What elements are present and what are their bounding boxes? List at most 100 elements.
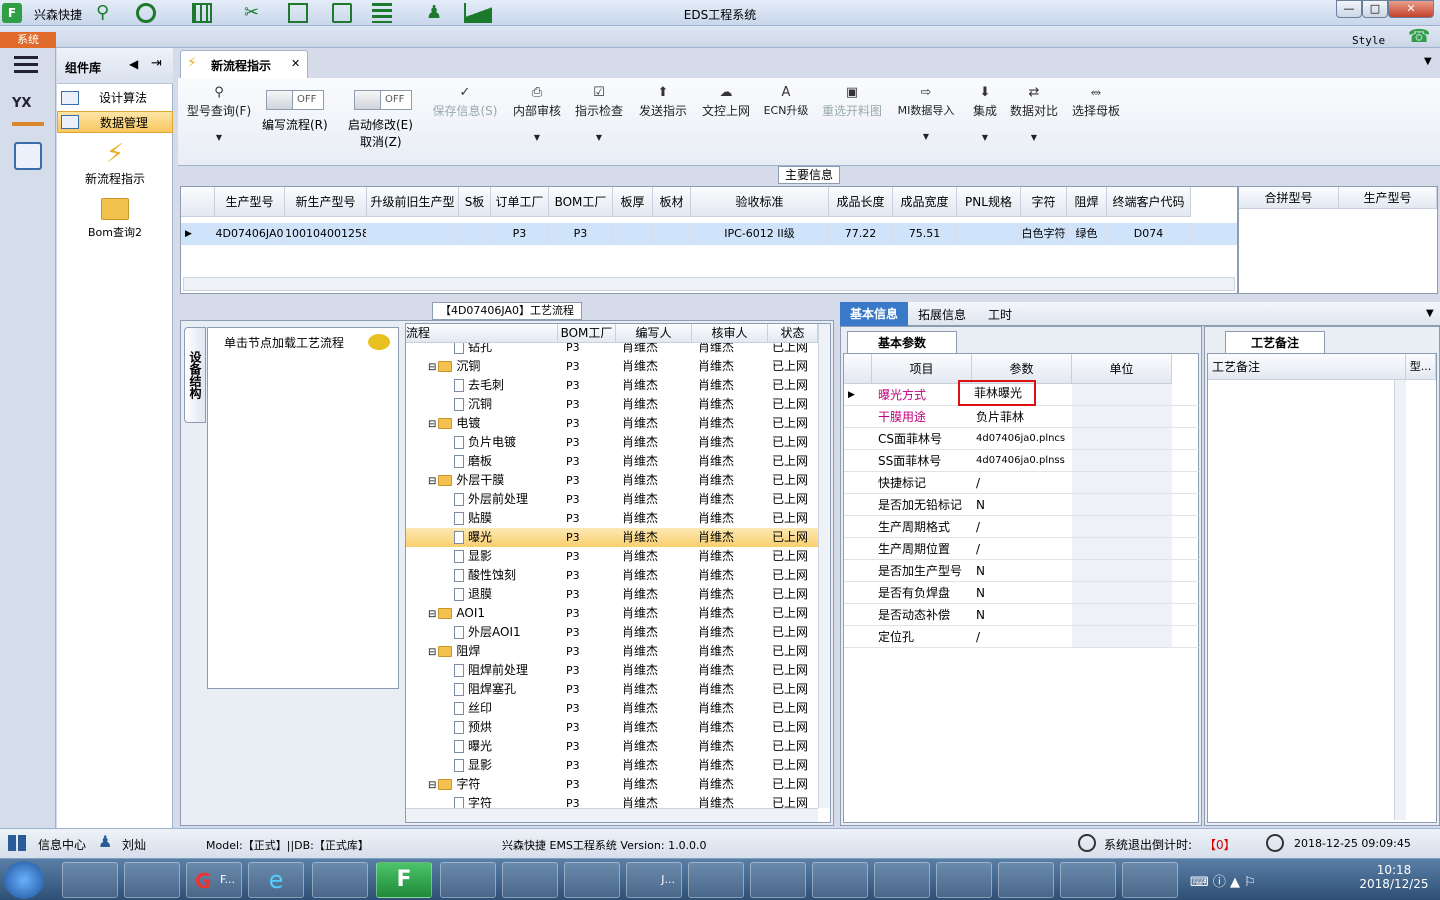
main-info-cell[interactable] bbox=[653, 223, 691, 245]
collapse-icon[interactable]: ⊟ bbox=[428, 647, 436, 658]
param-row[interactable]: 干膜用途 负片菲林 bbox=[844, 406, 1200, 428]
start-edit-toggle[interactable]: OFF bbox=[354, 90, 412, 110]
param-value[interactable]: N bbox=[974, 604, 1070, 626]
main-info-cell[interactable]: 10010400125871 bbox=[285, 223, 367, 245]
taskbar-app-f[interactable]: G F... bbox=[186, 862, 242, 898]
main-info-cell[interactable] bbox=[367, 223, 459, 245]
param-unit[interactable] bbox=[1072, 406, 1172, 427]
taskbar-app-j[interactable]: J... bbox=[626, 862, 682, 898]
main-info-col[interactable]: PNL规格 bbox=[957, 187, 1021, 217]
main-info-cell[interactable]: 4D07406JA0 bbox=[215, 223, 285, 245]
taskbar-app-7[interactable] bbox=[440, 862, 496, 898]
main-info-cell[interactable]: 白色字符 bbox=[1021, 223, 1067, 245]
flow-col[interactable]: 流程 bbox=[406, 324, 558, 343]
hamburger-icon[interactable] bbox=[14, 56, 38, 74]
pin-icon[interactable]: ⇥ bbox=[151, 56, 162, 71]
main-info-cell[interactable]: 绿色 bbox=[1067, 223, 1107, 245]
tree-vertical-scrollbar[interactable] bbox=[818, 324, 830, 808]
main-info-cell[interactable]: P3 bbox=[549, 223, 613, 245]
taskbar-app-8[interactable] bbox=[502, 862, 558, 898]
main-info-col[interactable]: 订单工厂 bbox=[491, 187, 549, 217]
system-menu[interactable]: 系统 bbox=[0, 32, 56, 48]
flow-node[interactable]: 阻焊塞孔 P3 肖维杰 肖维杰 已上网 bbox=[406, 680, 818, 699]
cancel-label[interactable]: 取消(Z) bbox=[360, 133, 402, 150]
internal-audit-button[interactable]: ⎙ 内部审核 ▼ bbox=[512, 84, 562, 162]
reselect-button[interactable]: ▣ 重选开料图 bbox=[820, 84, 884, 162]
flow-node[interactable]: 丝印 P3 肖维杰 肖维杰 已上网 bbox=[406, 699, 818, 718]
collapse-icon[interactable]: ⊟ bbox=[428, 419, 436, 430]
param-unit[interactable] bbox=[1072, 604, 1172, 625]
main-info-cell[interactable] bbox=[957, 223, 1021, 245]
tab-worktime[interactable]: 工时 bbox=[988, 306, 1012, 323]
main-info-col[interactable]: S板 bbox=[459, 187, 491, 217]
calculator-icon[interactable] bbox=[14, 142, 42, 170]
main-info-cell[interactable]: D074 bbox=[1107, 223, 1191, 245]
taskbar-app-shell[interactable] bbox=[124, 862, 180, 898]
flow-node[interactable]: 阻焊前处理 P3 肖维杰 肖维杰 已上网 bbox=[406, 661, 818, 680]
param-row[interactable]: 定位孔 / bbox=[844, 626, 1200, 648]
flow-node[interactable]: 沉铜 P3 肖维杰 肖维杰 已上网 bbox=[406, 395, 818, 414]
taskbar-excel-2[interactable] bbox=[1060, 862, 1116, 898]
taskbar-app-13[interactable] bbox=[812, 862, 868, 898]
tile-bom-query[interactable]: Bom查询2 bbox=[57, 198, 173, 240]
flow-node[interactable]: ⊟ 阻焊 P3 肖维杰 肖维杰 已上网 bbox=[406, 642, 818, 661]
tab-remark[interactable]: 工艺备注 bbox=[1225, 331, 1325, 353]
taskbar-app-12[interactable] bbox=[750, 862, 806, 898]
remark-scrollbar[interactable] bbox=[1394, 380, 1406, 820]
param-unit[interactable] bbox=[1072, 450, 1172, 471]
main-info-cell[interactable]: IPC-6012 II级 bbox=[691, 223, 829, 245]
param-value[interactable]: N bbox=[974, 494, 1070, 516]
param-unit[interactable] bbox=[1072, 626, 1172, 647]
flow-node[interactable]: 曝光 P3 肖维杰 肖维杰 已上网 bbox=[406, 528, 818, 547]
flow-node[interactable]: ⊟ AOI1 P3 肖维杰 肖维杰 已上网 bbox=[406, 604, 818, 623]
info-dropdown-icon[interactable]: ▼ bbox=[1426, 308, 1434, 319]
nav-item-data-manage[interactable]: 数据管理 bbox=[57, 111, 173, 133]
param-unit[interactable] bbox=[1072, 582, 1172, 603]
param-row[interactable]: 是否加无铅标记 N bbox=[844, 494, 1200, 516]
flow-node[interactable]: 外层前处理 P3 肖维杰 肖维杰 已上网 bbox=[406, 490, 818, 509]
flow-node[interactable]: ⊟ 外层干膜 P3 肖维杰 肖维杰 已上网 bbox=[406, 471, 818, 490]
main-info-cell[interactable] bbox=[613, 223, 653, 245]
flow-node[interactable]: 负片电镀 P3 肖维杰 肖维杰 已上网 bbox=[406, 433, 818, 452]
phone-icon[interactable]: ☎ bbox=[1408, 26, 1430, 47]
main-info-col[interactable]: 板厚 bbox=[613, 187, 653, 217]
flow-col[interactable]: 状态 bbox=[768, 324, 818, 343]
flow-node[interactable]: ⊟ 字符 P3 肖维杰 肖维杰 已上网 bbox=[406, 775, 818, 794]
tree-horizontal-scrollbar[interactable] bbox=[406, 808, 818, 822]
tab-basic-info[interactable]: 基本信息 bbox=[840, 302, 908, 326]
param-row[interactable]: 生产周期位置 / bbox=[844, 538, 1200, 560]
param-unit[interactable] bbox=[1072, 428, 1172, 449]
param-unit[interactable] bbox=[1072, 472, 1172, 493]
taskbar-word-1[interactable] bbox=[874, 862, 930, 898]
integrate-button[interactable]: ⬇ 集成 ▼ bbox=[968, 84, 1002, 162]
close-tab-icon[interactable]: ✕ bbox=[291, 57, 300, 70]
main-info-col[interactable]: 板材 bbox=[653, 187, 691, 217]
main-info-row[interactable]: ▶ 4D07406JA010010400125871 P3P3 IPC-6012 II… bbox=[181, 223, 1237, 245]
type-query-button[interactable]: ⚲ 型号查询(F) ▼ bbox=[184, 84, 254, 162]
nav-item-design-algo[interactable]: 设计算法 bbox=[57, 87, 173, 109]
tray-clock[interactable]: 10:18 2018/12/25 bbox=[1354, 863, 1434, 891]
flow-node[interactable]: 钻孔 P3 肖维杰 肖维杰 已上网 bbox=[406, 343, 818, 357]
param-value[interactable]: N bbox=[974, 560, 1070, 582]
flow-node[interactable]: 酸性蚀刻 P3 肖维杰 肖维杰 已上网 bbox=[406, 566, 818, 585]
taskbar-app-18[interactable] bbox=[1122, 862, 1178, 898]
taskbar-app-messenger[interactable] bbox=[62, 862, 118, 898]
flow-node[interactable]: 磨板 P3 肖维杰 肖维杰 已上网 bbox=[406, 452, 818, 471]
main-info-cell[interactable]: P3 bbox=[491, 223, 549, 245]
main-info-col[interactable]: 字符 bbox=[1021, 187, 1067, 217]
flow-node[interactable]: 预烘 P3 肖维杰 肖维杰 已上网 bbox=[406, 718, 818, 737]
collapse-icon[interactable]: ⊟ bbox=[428, 476, 436, 487]
style-menu[interactable]: Style bbox=[1352, 34, 1385, 47]
main-info-col[interactable]: 成品宽度 bbox=[893, 187, 957, 217]
flow-node[interactable]: 显影 P3 肖维杰 肖维杰 已上网 bbox=[406, 756, 818, 775]
flow-col[interactable]: BOM工厂 bbox=[558, 324, 616, 343]
param-row[interactable]: 快捷标记 / bbox=[844, 472, 1200, 494]
check-button[interactable]: ☑ 指示检查 ▼ bbox=[574, 84, 624, 162]
flow-node[interactable]: ⊟ 沉铜 P3 肖维杰 肖维杰 已上网 bbox=[406, 357, 818, 376]
param-unit[interactable] bbox=[1072, 538, 1172, 559]
info-center-link[interactable]: 信息中心 bbox=[38, 836, 86, 853]
param-unit[interactable] bbox=[1072, 516, 1172, 537]
param-row[interactable]: SS面菲林号 4d07406ja0.plnss bbox=[844, 450, 1200, 472]
param-unit[interactable] bbox=[1072, 494, 1172, 515]
taskbar-word-2[interactable] bbox=[936, 862, 992, 898]
